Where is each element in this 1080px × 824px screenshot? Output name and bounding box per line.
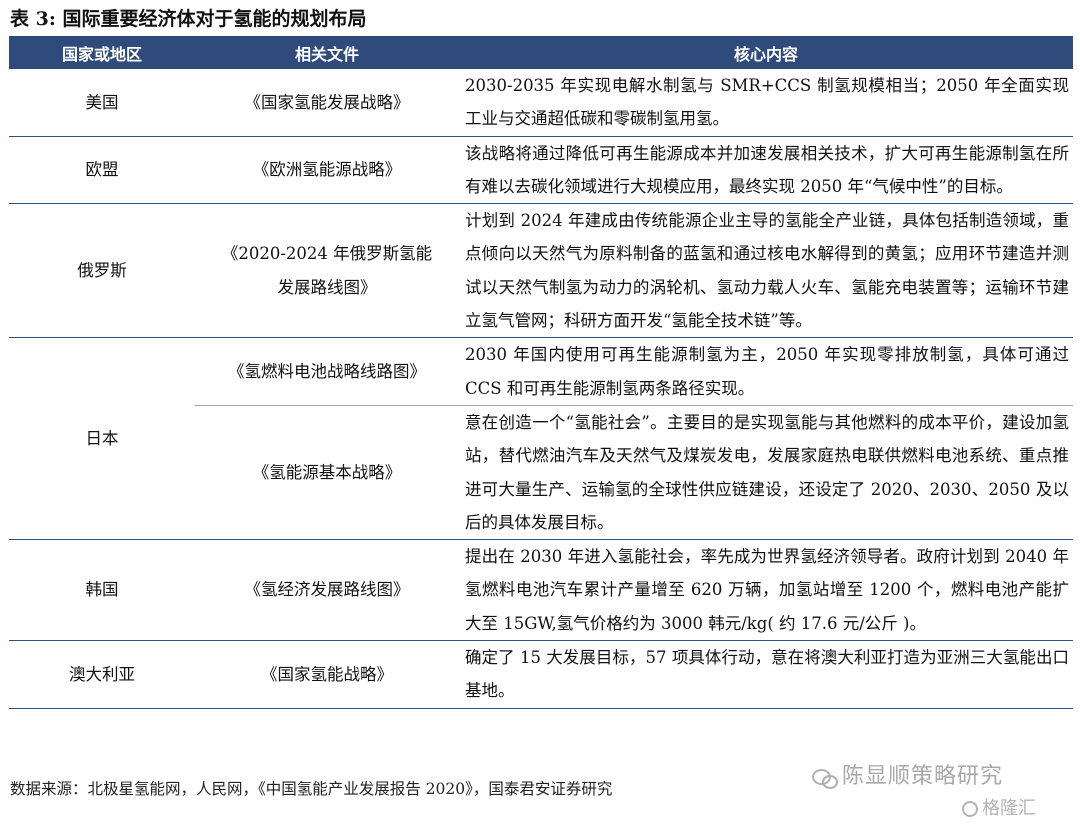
table-header-row: 国家或地区 相关文件 核心内容 xyxy=(9,36,1073,69)
header-region: 国家或地区 xyxy=(9,36,195,69)
document-cell: 《国家氢能发展战略》 xyxy=(195,69,459,137)
region-cell: 韩国 xyxy=(9,539,195,642)
gelonghui-icon xyxy=(962,801,978,817)
content-cell: 2030-2035 年实现电解水制氢与 SMR+CCS 制氢规模相当；2050 … xyxy=(459,69,1073,137)
source-note: 数据来源：北极星氢能网，人民网，《中国氢能产业发展报告 2020》，国泰君安证券… xyxy=(10,780,613,798)
table-row: 澳大利亚 《国家氢能战略》 确定了 15 大发展目标，57 项具体行动，意在将澳… xyxy=(9,640,1073,709)
content-cell: 该战略将通过降低可再生能源成本并加速发展相关技术，扩大可再生能源制氢在所有难以去… xyxy=(459,136,1073,205)
document-cell: 《氢能源基本战略》 xyxy=(195,405,459,541)
document-cell: 《氢经济发展路线图》 xyxy=(195,539,459,642)
header-content: 核心内容 xyxy=(459,36,1073,69)
content-cell: 意在创造一个“氢能社会”。主要目的是实现氢能与其他燃料的成本平价，建设加氢站，替… xyxy=(459,405,1073,541)
watermark-text: 陈显顺策略研究 xyxy=(842,764,1004,789)
region-cell: 欧盟 xyxy=(9,136,195,205)
document-cell: 《国家氢能战略》 xyxy=(195,640,459,709)
content-cell: 提出在 2030 年进入氢能社会，率先成为世界氢经济领导者。政府计划到 2040… xyxy=(459,539,1073,642)
table-row: 美国 《国家氢能发展战略》 2030-2035 年实现电解水制氢与 SMR+CC… xyxy=(9,69,1073,137)
document-cell: 《欧洲氢能源战略》 xyxy=(195,136,459,205)
content-cell: 计划到 2024 年建成由传统能源企业主导的氢能全产业链，具体包括制造领域，重点… xyxy=(459,203,1073,339)
table-row: 韩国 《氢经济发展路线图》 提出在 2030 年进入氢能社会，率先成为世界氢经济… xyxy=(9,539,1073,642)
watermark: 陈显顺策略研究 xyxy=(812,758,1003,790)
content-cell: 2030 年国内使用可再生能源制氢为主，2050 年实现零排放制氢，具体可通过 … xyxy=(459,337,1073,406)
logo: 格隆汇 xyxy=(962,794,1036,820)
document-cell: 《氢燃料电池战略线路图》 xyxy=(195,337,459,406)
region-cell: 澳大利亚 xyxy=(9,640,195,709)
wechat-icon xyxy=(812,767,838,789)
strategy-table: 国家或地区 相关文件 核心内容 美国 《国家氢能发展战略》 2030-2035 … xyxy=(9,36,1073,709)
header-docs: 相关文件 xyxy=(195,36,459,69)
logo-text: 格隆汇 xyxy=(982,798,1036,819)
table-row: 日本 《氢燃料电池战略线路图》 2030 年国内使用可再生能源制氢为主，2050… xyxy=(9,337,1073,541)
region-cell: 美国 xyxy=(9,69,195,137)
region-cell: 日本 xyxy=(9,337,195,541)
document-cell: 《2020-2024 年俄罗斯氢能发展路线图》 xyxy=(195,203,459,339)
table-title: 表 3: 国际重要经济体对于氢能的规划布局 xyxy=(10,8,367,30)
table-row: 俄罗斯 《2020-2024 年俄罗斯氢能发展路线图》 计划到 2024 年建成… xyxy=(9,203,1073,339)
table-row: 欧盟 《欧洲氢能源战略》 该战略将通过降低可再生能源成本并加速发展相关技术，扩大… xyxy=(9,136,1073,205)
region-cell: 俄罗斯 xyxy=(9,203,195,339)
content-cell: 确定了 15 大发展目标，57 项具体行动，意在将澳大利亚打造为亚洲三大氢能出口… xyxy=(459,640,1073,709)
